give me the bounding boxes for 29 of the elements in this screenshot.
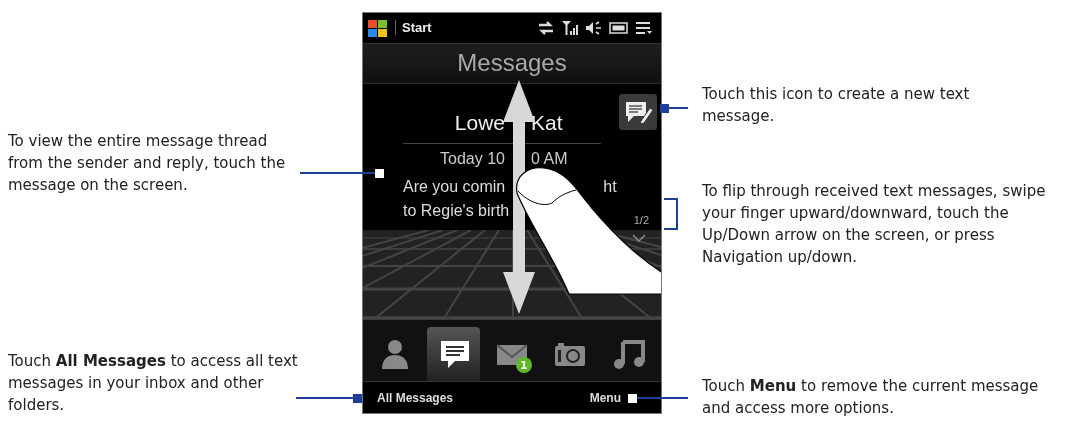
- soft-key[interactable]: All Messages: [377, 390, 454, 405]
- soft-key[interactable]: Menu: [589, 390, 621, 405]
- menu-icon[interactable]: [635, 19, 653, 36]
- message-time: 0 AM: [531, 150, 568, 169]
- signal-icon: [561, 19, 579, 36]
- sync-arrows-icon: [537, 19, 555, 36]
- chevron-down-icon[interactable]: [632, 234, 646, 243]
- message-text[interactable]: ht: [603, 178, 617, 197]
- music-note-icon: [611, 337, 646, 372]
- sender-name: Kat: [531, 111, 563, 136]
- callout-text: Touch this icon to create a new text message.: [702, 84, 971, 127]
- windows-logo-icon[interactable]: [367, 17, 389, 38]
- callout-text: To view the entire message thread from the sender and reply, touch the message on the screen.: [8, 131, 287, 196]
- message-text[interactable]: to Regie's birth: [403, 202, 510, 221]
- message-time: Today 10: [439, 150, 505, 169]
- tab[interactable]: [427, 327, 480, 382]
- screen-title: Messages: [363, 43, 661, 85]
- battery-icon: [609, 19, 629, 36]
- callout-text: To flip through received text messages, swipe your finger upward/downward, touch the Up/Down arrow on the screen, or press Navigation up/down.: [702, 181, 1047, 268]
- compose-message-icon[interactable]: [619, 94, 657, 131]
- bracket-line: [664, 198, 678, 230]
- message-text[interactable]: Are you comin: [403, 178, 506, 197]
- page-counter: 1/2: [633, 214, 649, 227]
- count-badge: 1: [515, 357, 532, 374]
- start-label[interactable]: Start: [395, 20, 432, 36]
- callout-text: Touch All Messages to access all text messages in your inbox and other folders.: [8, 351, 298, 416]
- speaker-icon: [585, 19, 603, 36]
- callout-text: Touch Menu to remove the current message and access more options.: [702, 376, 1040, 419]
- sender-name: Lowe: [453, 111, 505, 136]
